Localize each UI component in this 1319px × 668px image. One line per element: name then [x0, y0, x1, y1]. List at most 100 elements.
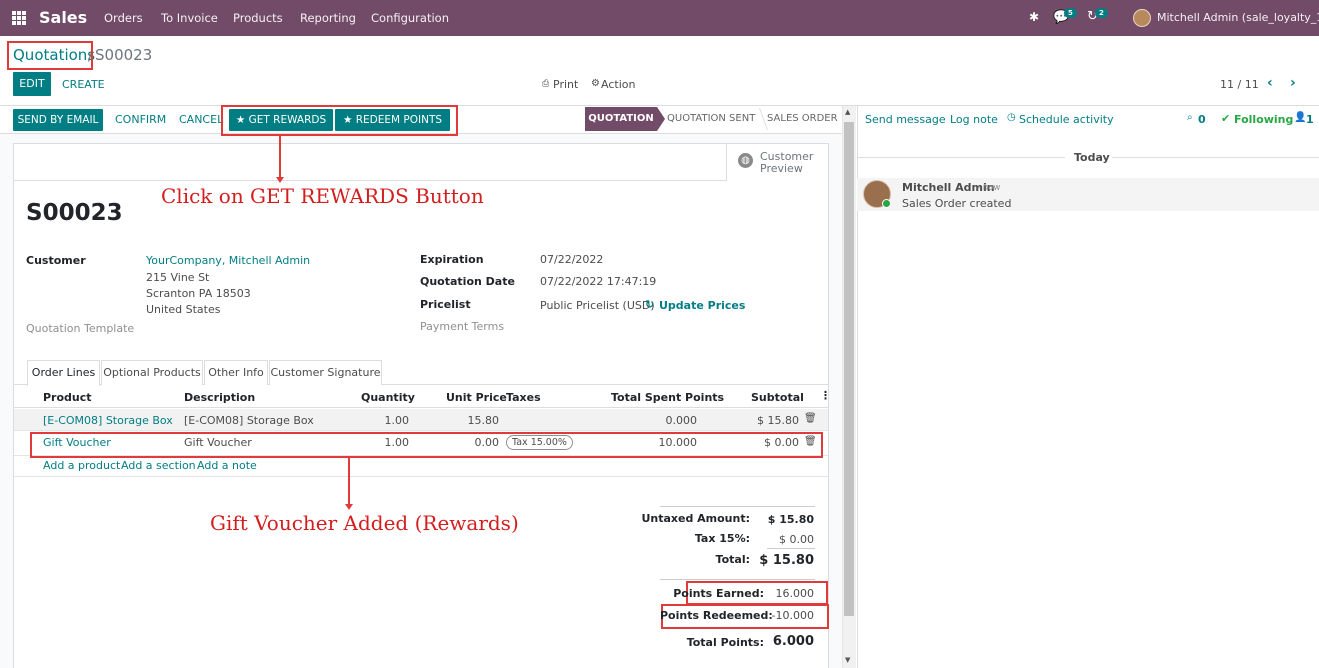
col-total-spent-points[interactable]: Total Spent Points [611, 391, 724, 404]
menu-orders[interactable]: Orders [104, 11, 143, 25]
activities-badge: 2 [1095, 8, 1108, 18]
row1-description: [E-COM08] Storage Box [184, 414, 314, 427]
address-line2: Scranton PA 18503 [146, 287, 251, 300]
update-prices-button[interactable]: Update Prices [659, 299, 745, 312]
row1-points: 0.000 [665, 414, 698, 427]
confirm-button[interactable]: CONFIRM [115, 113, 166, 126]
pager-value[interactable]: 11 / 11 [1220, 78, 1259, 91]
message-time: - now [977, 183, 1001, 193]
edit-button[interactable]: EDIT [13, 72, 51, 96]
annotation-gift-voucher: Gift Voucher Added (Rewards) [210, 511, 519, 535]
row1-product[interactable]: [E-COM08] Storage Box [43, 414, 173, 427]
apps-menu-icon[interactable] [12, 11, 26, 25]
untaxed-amount-label: Untaxed Amount: [641, 512, 750, 525]
payment-terms-label: Payment Terms [420, 320, 505, 333]
customer-link[interactable]: YourCompany, Mitchell Admin [146, 254, 310, 267]
pricelist-value[interactable]: Public Pricelist (USD) [540, 299, 655, 312]
control-panel: Quotations / S00023 EDIT CREATE ⎙ Print … [0, 36, 1319, 106]
column-options-icon[interactable]: ⋮ [820, 389, 831, 402]
check-icon: ✔ [1221, 112, 1231, 125]
clock-icon: ◷ [1007, 112, 1016, 123]
quotation-template-label: Quotation Template [26, 322, 135, 335]
attachments-count[interactable]: 0 [1198, 113, 1206, 126]
scrollbar-thumb[interactable] [844, 122, 854, 616]
address-line3: United States [146, 303, 221, 316]
col-taxes[interactable]: Taxes [506, 391, 541, 404]
record-title: S00023 [26, 200, 123, 226]
col-subtotal[interactable]: Subtotal [751, 391, 804, 404]
send-by-email-button[interactable]: SEND BY EMAIL [13, 109, 103, 131]
annotation-arrow-rewards [279, 136, 281, 179]
add-section-link[interactable]: Add a section [121, 459, 196, 472]
highlight-breadcrumb [7, 41, 93, 70]
expiration-value[interactable]: 07/22/2022 [540, 253, 603, 266]
user-avatar[interactable] [1133, 9, 1151, 27]
col-product[interactable]: Product [43, 391, 92, 404]
user-icon: 👤 [1294, 112, 1307, 123]
send-message-button[interactable]: Send message [865, 113, 946, 126]
pricelist-label: Pricelist [420, 298, 471, 311]
tab-other-info[interactable]: Other Info [204, 360, 268, 385]
action-button[interactable]: Action [601, 78, 635, 91]
annotation-get-rewards: Click on GET REWARDS Button [161, 184, 484, 208]
address-line1: 215 Vine St [146, 271, 210, 284]
create-button[interactable]: CREATE [62, 78, 105, 91]
date-separator-line-left [857, 157, 1065, 158]
refresh-icon[interactable]: ↻ [645, 298, 654, 311]
breadcrumb-current: S00023 [95, 46, 153, 64]
scroll-down-icon[interactable]: ▼ [845, 656, 850, 664]
pager-next-icon[interactable]: › [1290, 75, 1296, 91]
total-points-value: 6.000 [772, 634, 814, 649]
print-icon[interactable]: ⎙ [542, 79, 549, 89]
top-navbar: Sales Orders To Invoice Products Reporti… [0, 0, 1319, 36]
tab-customer-signature[interactable]: Customer Signature [269, 360, 382, 385]
trash-icon[interactable]: 🗑 [804, 413, 817, 424]
annotation-arrowhead-rewards [276, 177, 284, 183]
menu-reporting[interactable]: Reporting [300, 11, 356, 25]
row1-quantity: 1.00 [384, 414, 410, 427]
gear-icon[interactable]: ⚙ [591, 78, 600, 89]
lines-bottom-border [14, 476, 828, 477]
col-unit-price[interactable]: Unit Price [446, 391, 507, 404]
highlight-gift-voucher-row [30, 432, 823, 458]
untaxed-amount-value: $ 15.80 [767, 513, 814, 526]
menu-to-invoice[interactable]: To Invoice [161, 11, 218, 25]
add-product-link[interactable]: Add a product [43, 459, 120, 472]
customer-preview-line2: Preview [760, 162, 803, 175]
log-note-button[interactable]: Log note [950, 113, 998, 126]
stage-sales-order[interactable]: SALES ORDER [767, 107, 838, 131]
col-quantity[interactable]: Quantity [361, 391, 415, 404]
row1-unit-price: 15.80 [467, 414, 500, 427]
menu-products[interactable]: Products [233, 11, 283, 25]
points-redeemed-label: Points Redeemed: [660, 609, 773, 622]
totals-top-border [660, 506, 815, 507]
points-earned-label: Points Earned: [673, 587, 764, 600]
schedule-activity-button[interactable]: Schedule activity [1019, 113, 1114, 126]
points-earned-value: 16.000 [775, 587, 815, 600]
stage-quotation[interactable]: QUOTATION [585, 107, 657, 131]
menu-configuration[interactable]: Configuration [371, 11, 449, 25]
scroll-up-icon[interactable]: ▲ [845, 108, 850, 116]
following-button[interactable]: Following [1234, 113, 1293, 126]
globe-icon: ◍ [738, 153, 753, 168]
messages-badge: 5 [1064, 8, 1077, 18]
add-note-link[interactable]: Add a note [197, 459, 257, 472]
online-status-icon [882, 199, 891, 208]
tax-label: Tax 15%: [694, 532, 750, 545]
col-description[interactable]: Description [184, 391, 255, 404]
quotation-date-value[interactable]: 07/22/2022 17:47:19 [540, 275, 656, 288]
cancel-button[interactable]: CANCEL [179, 113, 223, 126]
bug-icon[interactable]: ✱ [1029, 10, 1039, 24]
tab-optional-products[interactable]: Optional Products [101, 360, 203, 385]
message-body: Sales Order created [902, 197, 1012, 210]
followers-count[interactable]: 1 [1306, 113, 1314, 126]
annotation-arrowhead-voucher [345, 504, 353, 510]
tab-order-lines[interactable]: Order Lines [27, 360, 100, 386]
app-name[interactable]: Sales [39, 8, 87, 27]
paperclip-icon[interactable]: ⌕ [1187, 112, 1193, 123]
stage-quotation-sent[interactable]: QUOTATION SENT [667, 107, 755, 131]
user-menu[interactable]: Mitchell Admin (sale_loyalty_15) [1157, 11, 1319, 24]
annotation-arrow-voucher [348, 458, 350, 506]
print-button[interactable]: Print [553, 78, 578, 91]
pager-previous-icon[interactable]: ‹ [1267, 75, 1273, 91]
